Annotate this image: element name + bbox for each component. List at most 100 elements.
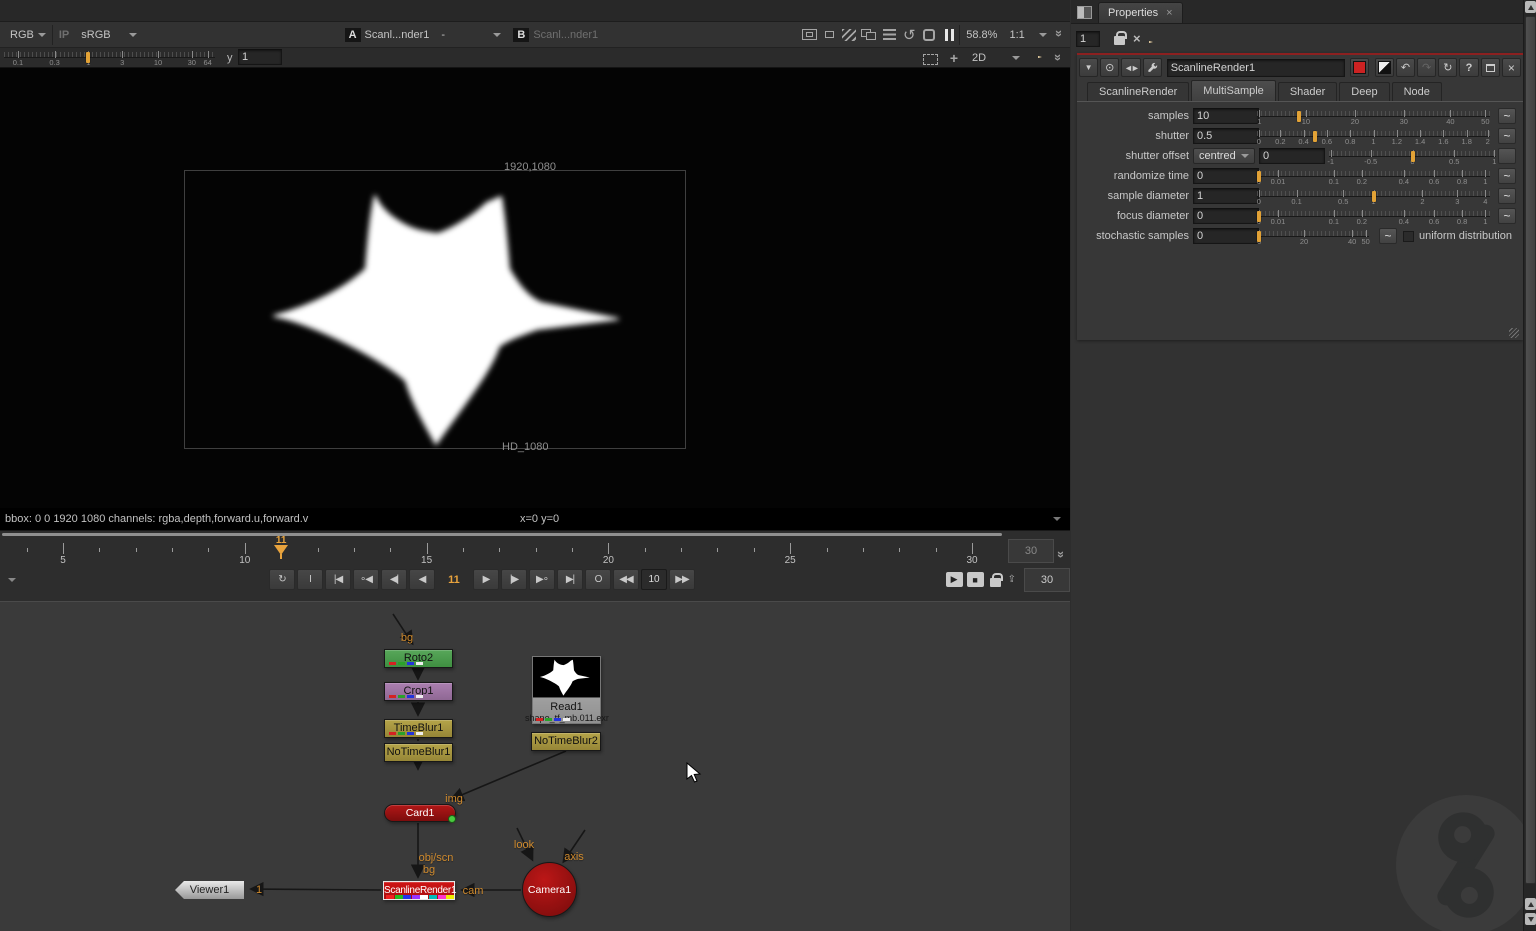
param-value-field[interactable]	[1193, 128, 1259, 144]
next-keyframe-button[interactable]: ▶∘	[529, 569, 555, 590]
param-value-field[interactable]	[1259, 148, 1325, 164]
goto-end-button[interactable]: ▶|	[557, 569, 583, 590]
in-point-button[interactable]: I	[297, 569, 323, 590]
timeline-menu-icon[interactable]	[8, 578, 16, 582]
blank-button[interactable]	[1498, 148, 1516, 164]
gain-slider[interactable]: 0.10.313103064	[4, 49, 215, 67]
shutter-handle[interactable]	[1313, 131, 1317, 142]
proxy-toggle-icon[interactable]	[839, 26, 859, 44]
flipbook-play-icon[interactable]: ▶	[946, 572, 963, 587]
scroll-down-button[interactable]	[1525, 913, 1536, 925]
revert-icon[interactable]: ↻	[1438, 58, 1457, 77]
randomize-time-slider[interactable]: 00.010.10.20.40.60.81	[1257, 168, 1490, 186]
node-crop1[interactable]: Crop1	[384, 682, 453, 701]
node-viewer1[interactable]: Viewer1	[175, 881, 244, 899]
selection-mode-icon[interactable]	[920, 50, 940, 68]
ab-blend-selector[interactable]: -	[435, 25, 507, 45]
shutter-offset-handle[interactable]	[1411, 151, 1415, 162]
channel-mask-swatch[interactable]	[1375, 58, 1394, 77]
range-lock-icon[interactable]	[990, 578, 1001, 587]
param-value-field[interactable]	[1193, 168, 1259, 184]
animation-curve-button[interactable]: ~	[1498, 168, 1516, 184]
scroll-up-button[interactable]	[1525, 1, 1536, 13]
node-timeblur1[interactable]: TimeBlur1	[384, 719, 453, 738]
node-notimeblur1[interactable]: NoTimeBlur1	[384, 743, 453, 762]
pane-layout-icon[interactable]	[1077, 6, 1092, 19]
shutter-offset-dropdown[interactable]: centred	[1193, 148, 1255, 164]
update-icon[interactable]: ↺	[899, 26, 919, 44]
focus-diameter-slider[interactable]: 00.010.10.20.40.60.81	[1257, 208, 1490, 226]
shutter-offset-slider[interactable]: -1-0.500.51	[1329, 148, 1496, 166]
animation-curve-button[interactable]: ~	[1498, 188, 1516, 204]
shutter-slider[interactable]: 00.20.40.60.811.21.41.61.82	[1257, 128, 1490, 146]
frame-increment-field[interactable]: 10	[641, 569, 667, 590]
view-dimension-selector[interactable]: 2D	[966, 48, 1026, 68]
goto-start-button[interactable]: |◀	[325, 569, 351, 590]
param-value-field[interactable]	[1193, 208, 1259, 224]
roi-icon[interactable]	[919, 26, 939, 44]
help-icon[interactable]: ?	[1459, 58, 1478, 77]
node-graph-pane[interactable]: Roto2Crop1TimeBlur1NoTimeBlur1NoTimeBlur…	[0, 601, 1070, 931]
step-back-button[interactable]: ◀|	[381, 569, 407, 590]
bin-limit-field[interactable]	[1076, 31, 1100, 47]
node-name-field[interactable]	[1167, 59, 1345, 77]
collapse-toolbar-icon[interactable]: «	[1050, 32, 1065, 37]
uniform-distribution-checkbox[interactable]	[1403, 231, 1414, 242]
samples-handle[interactable]	[1297, 111, 1301, 122]
close-panel-icon[interactable]: ×	[1502, 58, 1521, 77]
viewer-canvas[interactable]: 1920,1080 HD_1080	[0, 68, 1070, 508]
animation-curve-button[interactable]: ~	[1498, 208, 1516, 224]
node-read1[interactable]: Read1shape_tf_mb.011.exr	[532, 656, 601, 724]
out-point-button[interactable]: O	[585, 569, 611, 590]
close-icon[interactable]: ×	[1166, 7, 1172, 19]
hide-inputs-icon[interactable]: ◄►	[1121, 58, 1140, 77]
scrollbar-thumb[interactable]	[1525, 16, 1536, 884]
redo-icon[interactable]: ↷	[1417, 58, 1436, 77]
tab-scanlinerender[interactable]: ScanlineRender	[1087, 82, 1189, 101]
minimize-panel-icon[interactable]: ▼	[1079, 58, 1098, 77]
node-scanlinerender1[interactable]: ScanlineRender1	[383, 881, 455, 900]
node-notimeblur2[interactable]: NoTimeBlur2	[531, 732, 601, 751]
current-frame-field[interactable]: 11	[437, 569, 471, 590]
timeline-scrollbar[interactable]	[2, 533, 1002, 536]
play-forward-button[interactable]: ▶	[473, 569, 499, 590]
sample-diameter-handle[interactable]	[1372, 191, 1376, 202]
channel-selector[interactable]: RGB	[4, 25, 52, 45]
stochastic-samples-slider[interactable]: 0204050	[1257, 228, 1369, 246]
loop-mode-button[interactable]: ↻	[269, 569, 295, 590]
timeline-collapse-icon[interactable]: «	[1052, 553, 1067, 558]
a-buffer-selector[interactable]: A Scanl...nder1	[339, 25, 436, 45]
pan-zoom-icon[interactable]: +	[944, 49, 964, 67]
param-value-field[interactable]	[1193, 108, 1259, 124]
tab-multisample[interactable]: MultiSample	[1191, 80, 1276, 101]
node-camera1[interactable]: Camera1	[522, 862, 577, 917]
info-bar-menu-icon[interactable]	[1053, 517, 1061, 521]
properties-scrollbar[interactable]	[1523, 0, 1536, 931]
animation-curve-button[interactable]: ~	[1379, 228, 1397, 244]
pixel-aspect[interactable]: 1:1	[1003, 25, 1030, 45]
center-node-icon[interactable]: ⊙	[1100, 58, 1119, 77]
panel-resize-grip[interactable]	[1509, 328, 1519, 338]
timeline-ruler[interactable]: 5101520253011	[0, 537, 1005, 567]
frame-decrement-button[interactable]: ◀◀	[613, 569, 639, 590]
gamma-display-icon[interactable]	[819, 26, 839, 44]
gain-slider-handle[interactable]	[86, 52, 90, 63]
focus-diameter-handle[interactable]	[1257, 211, 1261, 222]
animation-curve-button[interactable]: ~	[1498, 128, 1516, 144]
frame-format-icon[interactable]	[799, 26, 819, 44]
frame-increment-forward-button[interactable]: ▶▶	[669, 569, 695, 590]
monitor-output-icon[interactable]	[859, 26, 879, 44]
b-buffer-selector[interactable]: B Scanl...nder1	[507, 25, 604, 45]
gamma-input[interactable]	[238, 49, 282, 65]
node-color-swatch[interactable]	[1350, 58, 1369, 77]
tab-deep[interactable]: Deep	[1339, 82, 1389, 101]
step-forward-button[interactable]: |▶	[501, 569, 527, 590]
undo-icon[interactable]: ↶	[1396, 58, 1415, 77]
node-card1[interactable]: Card1	[384, 804, 456, 822]
scanline-order-icon[interactable]	[879, 26, 899, 44]
wrench-icon[interactable]	[1143, 58, 1162, 77]
collapse-row-icon[interactable]: «	[1049, 56, 1064, 61]
range-end-field[interactable]: 30	[1024, 568, 1070, 592]
lock-panels-icon[interactable]	[1114, 36, 1125, 45]
zoom-level[interactable]: 58.8%	[959, 25, 1003, 45]
